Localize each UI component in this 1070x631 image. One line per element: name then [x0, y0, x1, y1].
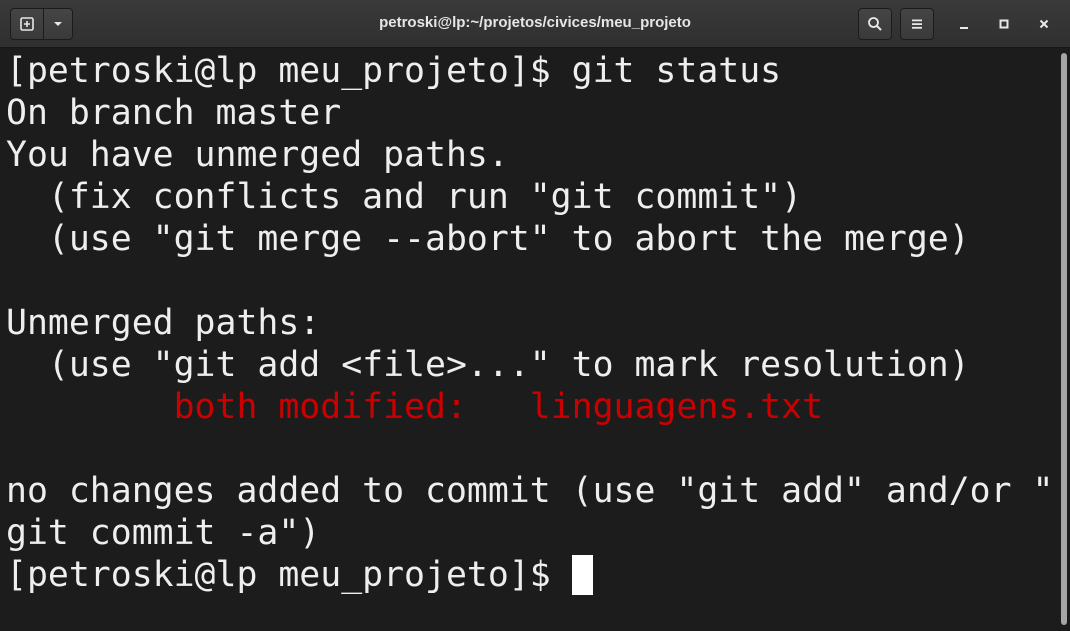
- text-cursor: [571, 555, 593, 595]
- terminal-line: git commit -a"): [6, 513, 321, 553]
- prompt-line[interactable]: [petroski@lp meu_projeto]$: [6, 554, 593, 596]
- new-tab-menu-button[interactable]: [43, 9, 72, 39]
- terminal-output[interactable]: [petroski@lp meu_projeto]$ git status On…: [0, 48, 1058, 631]
- new-tab-icon: [20, 17, 34, 31]
- terminal-line: On branch master: [6, 93, 342, 133]
- maximize-button[interactable]: [994, 14, 1014, 34]
- terminal-line: (fix conflicts and run "git commit"): [6, 177, 803, 217]
- terminal-line: (use "git merge --abort" to abort the me…: [6, 219, 970, 259]
- header-bar: petroski@lp:~/projetos/civices/meu_proje…: [0, 0, 1070, 48]
- prompt-text: [petroski@lp meu_projeto]$: [6, 555, 572, 595]
- menu-button[interactable]: [900, 8, 934, 40]
- terminal-line: [petroski@lp meu_projeto]$ git status: [6, 51, 782, 91]
- scrollbar[interactable]: [1058, 48, 1070, 631]
- terminal-line: Unmerged paths:: [6, 303, 321, 343]
- maximize-icon: [999, 19, 1009, 29]
- conflict-line: both modified: linguagens.txt: [6, 387, 824, 427]
- terminal-window: petroski@lp:~/projetos/civices/meu_proje…: [0, 0, 1070, 631]
- scrollbar-thumb[interactable]: [1061, 53, 1067, 625]
- search-icon: [868, 17, 882, 31]
- minimize-button[interactable]: [954, 14, 974, 34]
- terminal-line: no changes added to commit (use "git add…: [6, 471, 1054, 511]
- terminal-line: (use "git add <file>..." to mark resolut…: [6, 345, 970, 385]
- close-icon: [1039, 19, 1049, 29]
- search-button[interactable]: [858, 8, 892, 40]
- new-tab-button[interactable]: [11, 9, 43, 39]
- close-button[interactable]: [1034, 14, 1054, 34]
- new-tab-button-group: [10, 8, 73, 40]
- chevron-down-icon: [54, 22, 62, 26]
- terminal-line: You have unmerged paths.: [6, 135, 509, 175]
- window-title: petroski@lp:~/projetos/civices/meu_proje…: [379, 14, 691, 31]
- hamburger-menu-icon: [912, 19, 922, 29]
- minimize-icon: [960, 27, 968, 29]
